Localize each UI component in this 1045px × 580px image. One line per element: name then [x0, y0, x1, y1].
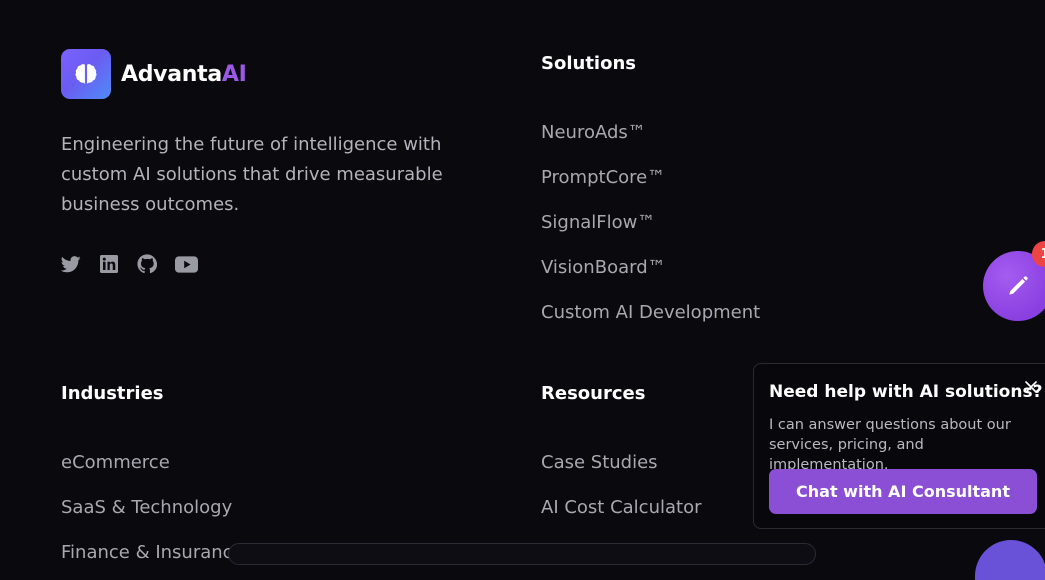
brand[interactable]: AdvantaAI — [61, 49, 247, 99]
pencil-icon — [1009, 276, 1028, 295]
chat-with-consultant-button[interactable]: Chat with AI Consultant — [769, 469, 1037, 514]
resources-link-cost-calculator[interactable]: AI Cost Calculator — [541, 485, 702, 530]
bottom-floating-bar[interactable] — [228, 543, 816, 565]
chat-popup: Need help with AI solutions? I can answe… — [753, 363, 1045, 529]
youtube-icon[interactable] — [175, 254, 198, 274]
brand-name: AdvantaAI — [121, 62, 247, 87]
resources-heading: Resources — [541, 383, 646, 404]
industries-column: Industries eCommerce SaaS & Technology F… — [61, 383, 244, 575]
industries-heading: Industries — [61, 383, 164, 404]
social-links — [61, 254, 216, 274]
bottom-floating-orb[interactable] — [975, 540, 1045, 580]
industries-link-saas[interactable]: SaaS & Technology — [61, 485, 244, 530]
solutions-link-custom-ai[interactable]: Custom AI Development — [541, 290, 760, 335]
industries-link-ecommerce[interactable]: eCommerce — [61, 440, 244, 485]
solutions-column: Solutions NeuroAds™ PromptCore™ SignalFl… — [541, 53, 760, 335]
solutions-link-neuroads[interactable]: NeuroAds™ — [541, 110, 760, 155]
footer-tagline: Engineering the future of intelligence w… — [61, 134, 443, 215]
solutions-link-promptcore[interactable]: PromptCore™ — [541, 155, 760, 200]
linkedin-icon[interactable] — [99, 254, 119, 274]
brain-logo-icon — [61, 49, 111, 99]
github-icon[interactable] — [137, 254, 157, 274]
popup-title: Need help with AI solutions? — [769, 382, 1043, 402]
solutions-link-signalflow[interactable]: SignalFlow™ — [541, 200, 760, 245]
solutions-heading: Solutions — [541, 53, 636, 74]
brand-name-accent: AI — [221, 61, 247, 87]
solutions-link-visionboard[interactable]: VisionBoard™ — [541, 245, 760, 290]
resources-link-case-studies[interactable]: Case Studies — [541, 440, 702, 485]
popup-description: I can answer questions about our service… — [769, 417, 1011, 473]
solutions-links: NeuroAds™ PromptCore™ SignalFlow™ Vision… — [541, 110, 760, 335]
industries-links: eCommerce SaaS & Technology Finance & In… — [61, 440, 244, 575]
industries-link-finance[interactable]: Finance & Insurance — [61, 530, 244, 575]
close-icon[interactable] — [1022, 378, 1040, 396]
twitter-icon[interactable] — [61, 254, 81, 274]
brand-name-main: Advanta — [121, 61, 222, 87]
